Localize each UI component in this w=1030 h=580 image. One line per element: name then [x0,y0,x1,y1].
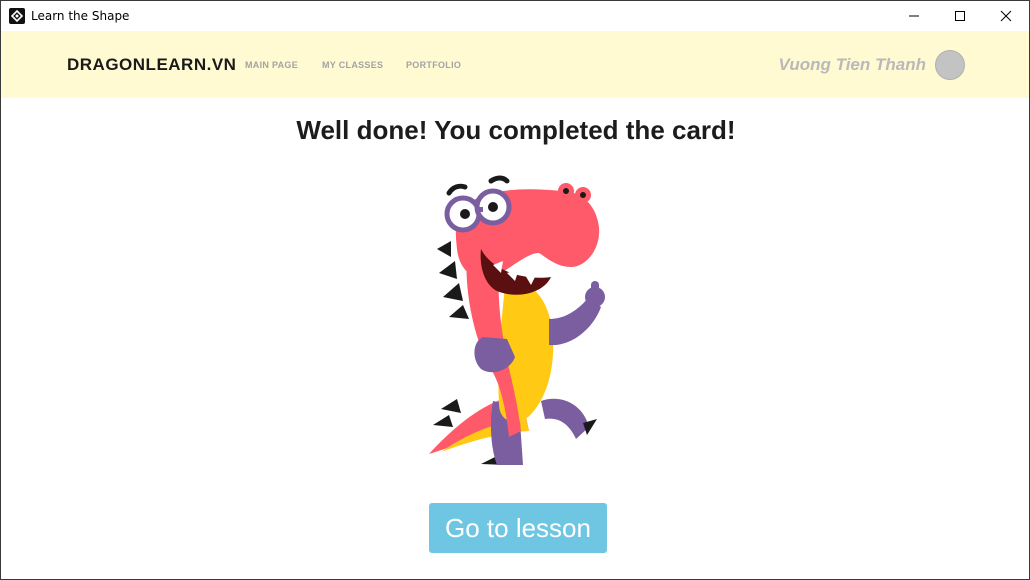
app-window: Learn the Shape DRAGONLEARN.VN MAIN PAGE… [0,0,1030,580]
maximize-button[interactable] [937,1,983,31]
dragon-mascot-illustration [429,175,605,465]
close-button[interactable] [983,1,1029,31]
app-logo-icon [9,8,25,24]
window-title: Learn the Shape [31,9,130,23]
close-icon [1000,10,1012,22]
minimize-icon [909,15,919,17]
minimize-button[interactable] [891,1,937,31]
completion-headline: Well done! You completed the card! [296,115,736,145]
nav-link-my-classes[interactable]: MY CLASSES [322,60,383,70]
avatar[interactable] [935,50,965,80]
nav-link-portfolio[interactable]: PORTFOLIO [406,60,461,70]
window-controls [891,1,1029,31]
top-navbar: DRAGONLEARN.VN MAIN PAGE MY CLASSES PORT… [1,31,1029,98]
title-bar: Learn the Shape [1,1,1029,31]
nav-link-main-page[interactable]: MAIN PAGE [245,60,298,70]
brand-logo-link[interactable]: DRAGONLEARN.VN [67,55,236,75]
maximize-icon [955,11,965,21]
go-to-lesson-button[interactable]: Go to lesson [429,503,607,553]
user-name[interactable]: Vuong Tien Thanh [778,55,926,75]
